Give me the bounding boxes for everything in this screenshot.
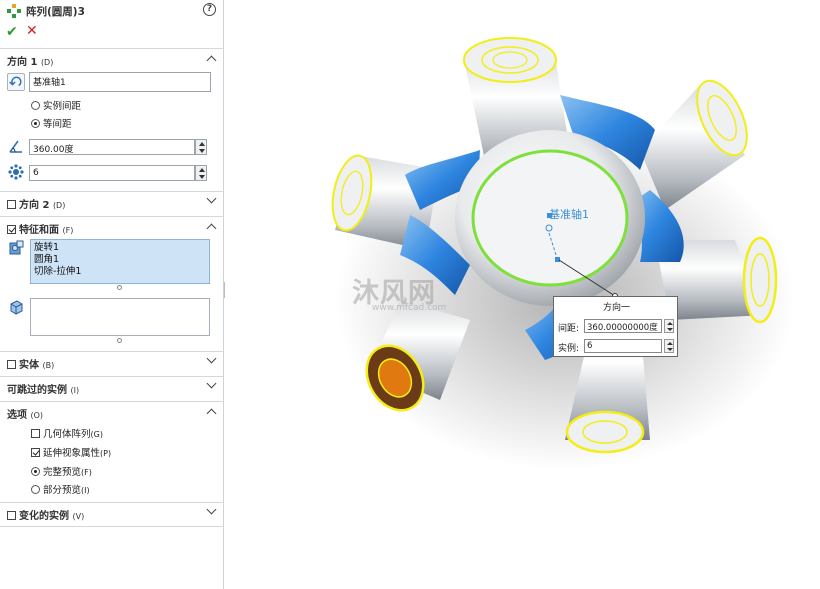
callout-count-spinner[interactable] bbox=[664, 339, 674, 353]
callout-spacing-input[interactable]: 360.00000000度 bbox=[584, 319, 662, 333]
datum-axis-label: 基准轴1 bbox=[549, 208, 589, 221]
callout-spacing-spinner[interactable] bbox=[664, 319, 674, 333]
callout-title: 方向一 bbox=[602, 303, 630, 313]
callout-count-label: 实例: bbox=[558, 344, 580, 354]
watermark-url: www.mfcad.com bbox=[372, 303, 447, 313]
callout-spacing-label: 间距: bbox=[558, 324, 580, 334]
axis-handle-icon[interactable] bbox=[555, 257, 560, 262]
callout-count-input[interactable]: 6 bbox=[584, 339, 662, 353]
direction-callout: 方向一 间距: 360.00000000度 实例: 6 bbox=[553, 296, 678, 357]
